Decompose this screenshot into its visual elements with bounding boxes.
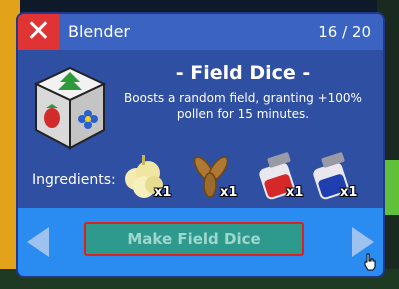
blender-panel: ✕ Blender 16 / 20 - Field Dice - Boosts … [18, 14, 383, 276]
ingredient-seeds: x1 [186, 147, 238, 203]
ingredient-red-jar: x1 [254, 147, 304, 203]
previous-recipe-button[interactable] [18, 208, 58, 276]
close-x-icon: ✕ [25, 14, 52, 49]
ingredient-count: x1 [286, 185, 304, 200]
ingredient-count: x1 [220, 185, 238, 200]
ingredient-count: x1 [340, 185, 358, 200]
item-description: Boosts a random field, granting +100% po… [124, 91, 362, 121]
ingredients-label: Ingredients: [32, 172, 116, 188]
close-button[interactable]: ✕ [18, 14, 59, 50]
field-dice-icon [33, 66, 107, 150]
ingredient-popcorn: x1 [118, 147, 172, 203]
background-scene-left [0, 0, 20, 289]
recipe-counter: 16 / 20 [318, 23, 371, 41]
make-field-dice-button[interactable]: Make Field Dice [84, 222, 304, 256]
panel-header: ✕ Blender 16 / 20 [18, 14, 383, 50]
panel-footer: Make Field Dice [18, 208, 383, 276]
ingredient-blue-jar: x1 [308, 147, 358, 203]
hand-cursor-icon [364, 253, 376, 271]
panel-title: Blender [68, 22, 130, 41]
item-name: - Field Dice - [175, 62, 311, 84]
left-arrow-icon [27, 227, 49, 257]
ingredient-count: x1 [154, 185, 172, 200]
